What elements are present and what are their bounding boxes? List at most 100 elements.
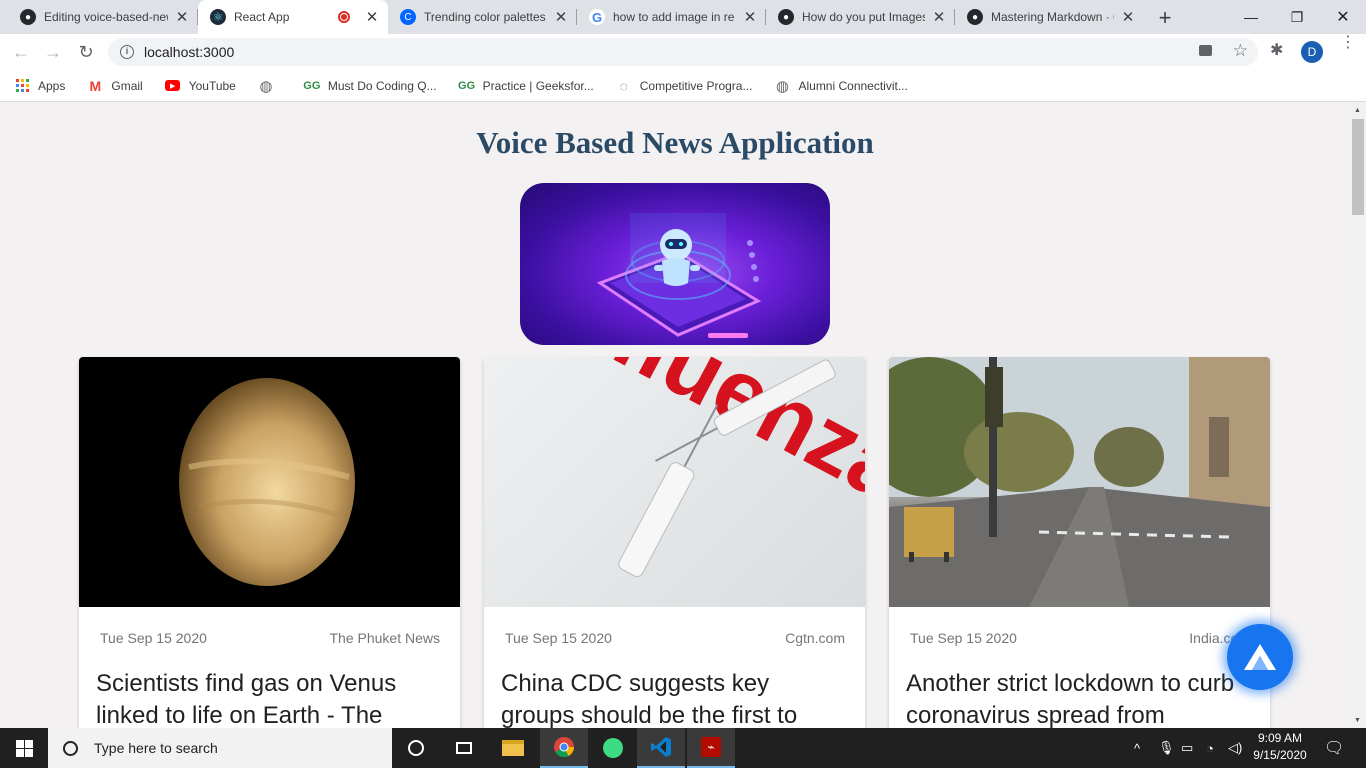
close-icon[interactable]: ✕ bbox=[1120, 8, 1136, 26]
tab-how-do-you-put-images[interactable]: ● How do you put Images ✕ bbox=[766, 0, 955, 34]
close-icon[interactable]: ✕ bbox=[742, 8, 758, 26]
close-icon[interactable]: ✕ bbox=[174, 8, 190, 26]
bookmark-label: Competitive Progra... bbox=[639, 78, 753, 93]
scroll-down-arrow-icon[interactable]: ▼ bbox=[1354, 717, 1361, 724]
tab-title: Trending color palettes bbox=[424, 10, 546, 24]
react-icon: ⚛ bbox=[210, 9, 226, 25]
tab-mastering-markdown[interactable]: ● Mastering Markdown · G ✕ bbox=[955, 0, 1144, 34]
camera-icon[interactable] bbox=[1199, 45, 1212, 56]
vscode-icon[interactable] bbox=[637, 728, 685, 768]
influenza-image: influenza bbox=[484, 357, 865, 607]
clock-date: 9/15/2020 bbox=[1253, 748, 1307, 762]
globe-icon: ◍ bbox=[775, 77, 790, 95]
empty-street-image bbox=[889, 357, 1270, 607]
gmail-icon: M bbox=[89, 77, 102, 94]
scroll-thumb[interactable] bbox=[1352, 119, 1364, 215]
menu-kebab-icon[interactable]: ⋮ bbox=[1340, 35, 1356, 51]
reload-icon[interactable]: ↻ bbox=[74, 40, 98, 64]
file-explorer-icon[interactable] bbox=[489, 728, 537, 768]
google-icon: G bbox=[589, 9, 605, 25]
chrome-taskbar-icon[interactable] bbox=[540, 728, 588, 768]
close-window-button[interactable]: ✕ bbox=[1320, 0, 1366, 34]
forward-arrow-icon[interactable]: → bbox=[41, 40, 65, 64]
profile-avatar[interactable]: D bbox=[1301, 41, 1323, 63]
tab-how-to-add-image[interactable]: G how to add image in re ✕ bbox=[577, 0, 766, 34]
card-meta: Tue Sep 15 2020 India.com bbox=[889, 607, 1270, 646]
page-title: Voice Based News Application bbox=[476, 125, 874, 160]
github-icon: ● bbox=[20, 9, 36, 25]
bookmark-practice-geeksforgeeks[interactable]: GG Practice | Geeksfor... bbox=[458, 78, 594, 94]
bookmark-apps[interactable]: Apps bbox=[14, 78, 65, 94]
news-card[interactable]: influenza Tue Sep 15 2020 Cgtn.com China… bbox=[484, 357, 865, 728]
windows-start-button[interactable] bbox=[0, 728, 48, 768]
chrome-icon bbox=[554, 737, 575, 758]
tab-react-app[interactable]: ⚛ React App ✕ bbox=[198, 0, 388, 34]
card-date: Tue Sep 15 2020 bbox=[910, 630, 1017, 646]
address-bar[interactable]: i localhost:3000 ☆ bbox=[108, 38, 1258, 66]
github-icon: ● bbox=[967, 9, 983, 25]
url-text[interactable]: localhost:3000 bbox=[144, 44, 234, 60]
bookmark-gmail[interactable]: M Gmail bbox=[87, 77, 143, 94]
taskbar-search-box[interactable]: Type here to search bbox=[48, 728, 392, 768]
system-clock[interactable]: 9:09 AM 9/15/2020 bbox=[1250, 730, 1310, 764]
youtube-icon: ▶ bbox=[165, 78, 181, 94]
bookmark-youtube[interactable]: ▶ YouTube bbox=[165, 78, 236, 94]
restore-button[interactable]: ❐ bbox=[1274, 0, 1320, 34]
card-headline[interactable]: Scientists find gas on Venus linked to l… bbox=[79, 646, 460, 728]
search-icon bbox=[63, 740, 78, 756]
android-studio-icon[interactable] bbox=[589, 728, 637, 768]
pdf-reader-icon[interactable]: ⌁ bbox=[687, 728, 735, 768]
wifi-icon[interactable]: ◔ bbox=[1206, 728, 1214, 768]
browser-toolbar: ← → ↻ i localhost:3000 ☆ bbox=[0, 34, 1366, 70]
scroll-up-arrow-icon[interactable]: ▲ bbox=[1354, 107, 1361, 114]
voice-assistant-button[interactable] bbox=[1227, 624, 1293, 690]
close-icon[interactable]: ✕ bbox=[364, 8, 380, 26]
robot-illustration bbox=[596, 213, 762, 338]
clock-time: 9:09 AM bbox=[1257, 731, 1303, 745]
hero-robot-image bbox=[520, 183, 830, 345]
new-tab-button[interactable]: + bbox=[1153, 5, 1177, 31]
tab-title: How do you put Images bbox=[802, 10, 925, 24]
card-source: Cgtn.com bbox=[785, 630, 845, 646]
close-icon[interactable]: ✕ bbox=[931, 8, 947, 26]
bookmark-alumni-connectivity[interactable]: ◍ Alumni Connectivit... bbox=[774, 77, 908, 95]
volume-icon[interactable]: ◁) bbox=[1228, 728, 1242, 768]
back-arrow-icon[interactable]: ← bbox=[9, 40, 33, 64]
venus-image bbox=[79, 357, 460, 607]
bookmark-star-icon[interactable]: ☆ bbox=[1233, 41, 1248, 61]
card-date: Tue Sep 15 2020 bbox=[505, 630, 612, 646]
task-view-icon[interactable] bbox=[440, 728, 488, 768]
bookmark-globe[interactable]: ◍ bbox=[258, 78, 282, 95]
windows-logo-icon bbox=[15, 739, 33, 757]
recording-icon bbox=[338, 11, 350, 23]
vscode-logo-icon bbox=[651, 737, 671, 757]
site-info-icon[interactable]: i bbox=[120, 45, 134, 59]
show-hidden-icons[interactable]: ^ bbox=[1134, 728, 1140, 768]
tab-title: Editing voice-based-news bbox=[44, 10, 168, 24]
tab-trending-color-palettes[interactable]: C Trending color palettes ✕ bbox=[388, 0, 577, 34]
cortana-icon[interactable] bbox=[392, 728, 440, 768]
card-headline[interactable]: Another strict lockdown to curb coronavi… bbox=[889, 646, 1270, 728]
bookmark-label: Gmail bbox=[111, 78, 143, 93]
microphone-icon[interactable]: 🎙 bbox=[1158, 728, 1175, 768]
battery-icon[interactable]: ▭ bbox=[1181, 728, 1193, 768]
extensions-icon[interactable]: ✱ bbox=[1270, 40, 1283, 60]
venus-planet-icon bbox=[179, 378, 355, 586]
news-card[interactable]: Tue Sep 15 2020 The Phuket News Scientis… bbox=[79, 357, 460, 728]
syringe-illustration: influenza bbox=[524, 357, 865, 578]
page-viewport: Voice Based News Application Tue Sep 15 … bbox=[0, 103, 1350, 728]
close-icon[interactable]: ✕ bbox=[553, 8, 569, 26]
bookmark-label: Alumni Connectivit... bbox=[798, 78, 908, 93]
bookmark-must-do-coding[interactable]: GG Must Do Coding Q... bbox=[303, 78, 436, 94]
news-card[interactable]: Tue Sep 15 2020 India.com Another strict… bbox=[889, 357, 1270, 728]
page-scrollbar[interactable]: ▲ ▼ bbox=[1350, 103, 1366, 728]
card-headline[interactable]: China CDC suggests key groups should be … bbox=[484, 646, 865, 728]
bookmark-competitive-programming[interactable]: ◌ Competitive Progra... bbox=[616, 78, 753, 94]
bookmark-label: Apps bbox=[38, 78, 66, 93]
minimize-button[interactable]: — bbox=[1228, 0, 1274, 34]
tab-editing-voice-based-news[interactable]: ● Editing voice-based-news ✕ bbox=[8, 0, 198, 34]
bookmark-label: Practice | Geeksfor... bbox=[482, 78, 594, 93]
tab-strip: ● Editing voice-based-news ✕ ⚛ React App… bbox=[0, 0, 1366, 34]
notifications-icon[interactable]: 🗨 bbox=[1324, 728, 1344, 768]
apps-grid-icon bbox=[14, 78, 30, 94]
